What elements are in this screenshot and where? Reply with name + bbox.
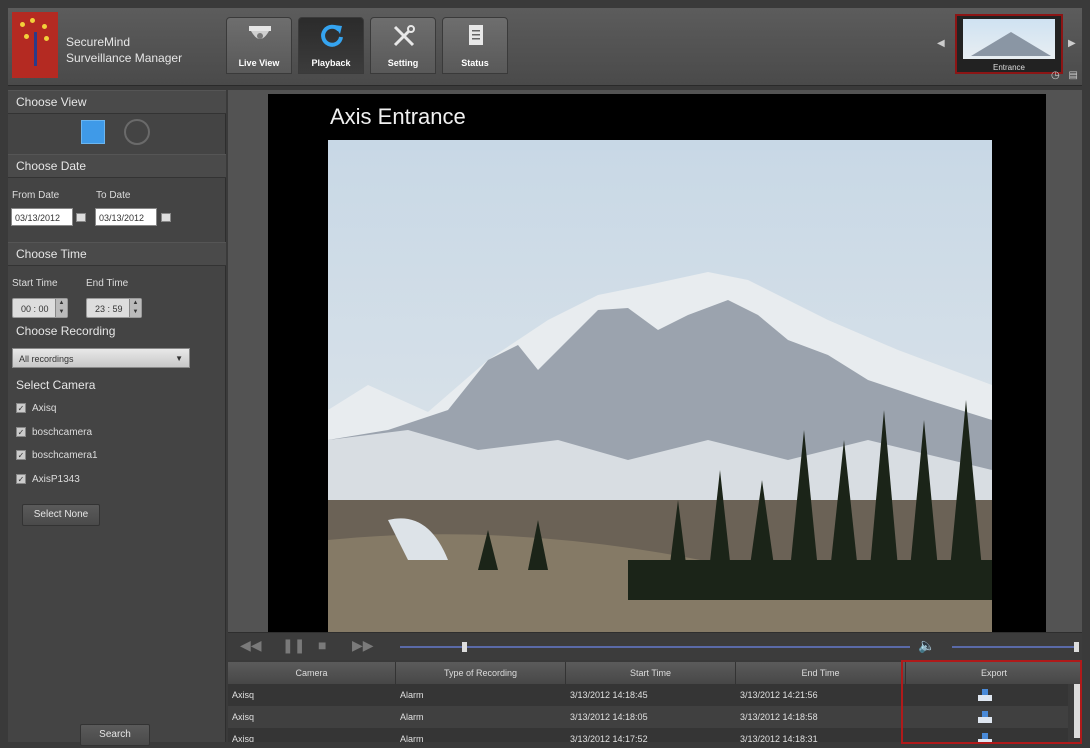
thumbnail-next-arrow[interactable]: ▶ xyxy=(1068,38,1076,49)
header-utility-icons: ◷ ▤ xyxy=(1051,70,1078,81)
cell-start: 3/13/2012 14:18:45 xyxy=(570,690,648,700)
cell-type: Alarm xyxy=(400,690,424,700)
cell-end: 3/13/2012 14:21:56 xyxy=(740,690,818,700)
export-column-highlight xyxy=(901,660,1082,744)
spin-icon[interactable]: ▲ ▼ xyxy=(55,299,67,317)
start-time-value: 00 : 00 xyxy=(21,304,49,314)
brand-line-2: Surveillance Manager xyxy=(66,51,183,65)
camera-label: boschcamera1 xyxy=(32,450,98,461)
stop-icon[interactable]: ■ xyxy=(318,637,326,653)
column-header-end-time[interactable]: End Time xyxy=(736,662,906,684)
tab-status[interactable]: Status xyxy=(442,17,508,74)
camera-label: boschcamera xyxy=(32,427,93,438)
app-logo xyxy=(12,12,58,78)
camera-feed-image xyxy=(328,140,992,632)
mountain-scene xyxy=(328,140,992,632)
tools-icon xyxy=(393,25,415,47)
document-icon xyxy=(469,25,483,45)
section-select-camera: Select Camera xyxy=(16,378,96,392)
volume-slider[interactable] xyxy=(952,646,1078,648)
recording-type-select[interactable]: All recordings ▼ xyxy=(12,348,190,368)
spin-icon[interactable]: ▲ ▼ xyxy=(129,299,141,317)
section-choose-view: Choose View xyxy=(8,90,226,114)
to-date-field[interactable]: 03/13/2012 xyxy=(95,208,157,226)
rewind-icon[interactable]: ◀◀ xyxy=(240,637,262,654)
section-choose-time: Choose Time xyxy=(8,242,226,266)
end-time-value: 23 : 59 xyxy=(95,304,123,314)
tab-playback[interactable]: Playback xyxy=(298,17,364,74)
column-header-camera[interactable]: Camera xyxy=(228,662,396,684)
video-viewport[interactable]: Axis Entrance xyxy=(268,94,1046,632)
column-header-type[interactable]: Type of Recording xyxy=(396,662,566,684)
video-title: Axis Entrance xyxy=(330,104,466,129)
filter-sidebar: Choose View Choose Date From Date To Dat… xyxy=(8,90,226,746)
dome-camera-icon xyxy=(249,26,271,39)
thumbnail-label: Entrance xyxy=(992,63,1026,72)
search-button[interactable]: Search xyxy=(80,724,150,746)
cell-end: 3/13/2012 14:18:58 xyxy=(740,712,818,722)
top-header: SecureMind Surveillance Manager Live Vie… xyxy=(8,8,1082,86)
section-choose-date: Choose Date xyxy=(8,154,226,178)
tab-label: Playback xyxy=(311,58,351,68)
from-date-field[interactable]: 03/13/2012 xyxy=(11,208,73,226)
tab-live-view[interactable]: Live View xyxy=(226,17,292,74)
cell-start: 3/13/2012 14:17:52 xyxy=(570,734,648,742)
start-time-stepper[interactable]: 00 : 00 ▲ ▼ xyxy=(12,298,68,318)
volume-handle[interactable] xyxy=(1074,642,1079,652)
tab-label: Setting xyxy=(387,58,419,68)
checkbox-checked-icon[interactable]: ✓ xyxy=(16,450,26,461)
checkbox-checked-icon[interactable]: ✓ xyxy=(16,403,26,414)
playback-controls: ◀◀ ❚❚ ■ ▶▶ 🔈 xyxy=(228,632,1082,660)
cell-camera: Axisq xyxy=(232,734,255,742)
cell-type: Alarm xyxy=(400,712,424,722)
timeline-view-icon[interactable] xyxy=(124,119,150,145)
cell-camera: Axisq xyxy=(232,690,255,700)
start-time-label: Start Time xyxy=(12,278,58,289)
section-choose-recording: Choose Recording xyxy=(16,324,116,338)
calendar-icon[interactable] xyxy=(161,213,171,222)
tab-setting[interactable]: Setting xyxy=(370,17,436,74)
volume-icon[interactable]: 🔈 xyxy=(918,637,935,654)
video-panel: Axis Entrance xyxy=(228,90,1082,632)
brand-line-1: SecureMind xyxy=(66,35,131,49)
fast-forward-icon[interactable]: ▶▶ xyxy=(352,637,374,654)
end-time-label: End Time xyxy=(86,278,129,289)
tab-label: Status xyxy=(461,58,489,68)
select-none-button[interactable]: Select None xyxy=(22,504,100,526)
column-header-start-time[interactable]: Start Time xyxy=(566,662,736,684)
calendar-icon[interactable] xyxy=(76,213,86,222)
to-date-label: To Date xyxy=(96,190,131,201)
chevron-down-icon: ▼ xyxy=(175,354,183,363)
cell-end: 3/13/2012 14:18:31 xyxy=(740,734,818,742)
camera-checkbox-row[interactable]: ✓ boschcamera xyxy=(16,427,92,443)
clock-icon[interactable]: ◷ xyxy=(1051,70,1060,81)
brand-name: SecureMind Surveillance Manager xyxy=(66,34,182,66)
camera-checkbox-row[interactable]: ✓ AxisP1343 xyxy=(16,474,80,490)
recording-select-value: All recordings xyxy=(19,354,74,364)
camera-label: AxisP1343 xyxy=(32,474,80,485)
camera-checkbox-row[interactable]: ✓ boschcamera1 xyxy=(16,450,98,466)
refresh-icon xyxy=(321,24,343,47)
timeline-handle[interactable] xyxy=(462,642,467,652)
thumbnail-prev-arrow[interactable]: ◀ xyxy=(937,38,945,49)
cell-camera: Axisq xyxy=(232,712,255,722)
cell-start: 3/13/2012 14:18:05 xyxy=(570,712,648,722)
camera-checkbox-row[interactable]: ✓ Axisq xyxy=(16,403,56,419)
settings-icon[interactable]: ▤ xyxy=(1069,70,1078,81)
checkbox-checked-icon[interactable]: ✓ xyxy=(16,427,26,438)
cell-type: Alarm xyxy=(400,734,424,742)
checkbox-checked-icon[interactable]: ✓ xyxy=(16,474,26,485)
surveillance-app: SecureMind Surveillance Manager Live Vie… xyxy=(0,0,1090,748)
camera-thumbnail[interactable]: Entrance xyxy=(955,14,1063,74)
playback-timeline-slider[interactable] xyxy=(400,646,910,648)
from-date-label: From Date xyxy=(12,190,60,201)
end-time-stepper[interactable]: 23 : 59 ▲ ▼ xyxy=(86,298,142,318)
camera-label: Axisq xyxy=(32,403,57,414)
tab-label: Live View xyxy=(238,58,280,68)
pause-icon[interactable]: ❚❚ xyxy=(282,637,305,654)
grid-view-icon[interactable] xyxy=(81,120,105,144)
